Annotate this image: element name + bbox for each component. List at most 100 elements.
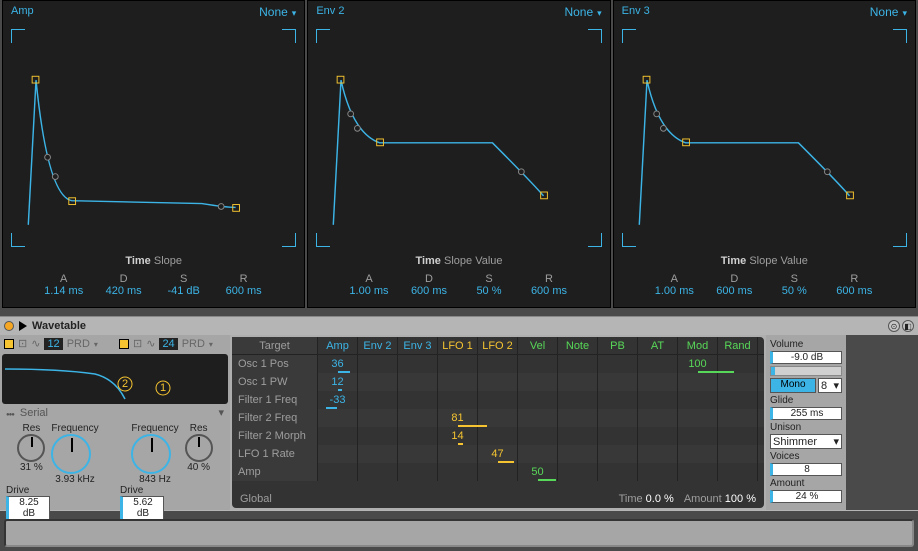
adsr-a-value[interactable]: 1.00 ms — [339, 285, 399, 297]
mode-time[interactable]: Time — [721, 255, 746, 267]
matrix-cell[interactable] — [598, 427, 638, 445]
envelope-dest-dropdown[interactable]: None — [259, 5, 296, 19]
matrix-cell[interactable] — [598, 391, 638, 409]
matrix-source-header[interactable]: LFO 1 — [438, 337, 478, 354]
voices-value[interactable]: 8 — [770, 463, 842, 476]
adsr-a-value[interactable]: 1.00 ms — [644, 285, 704, 297]
envelope-canvas[interactable] — [620, 23, 909, 253]
matrix-cell[interactable] — [518, 409, 558, 427]
matrix-cell[interactable] — [398, 373, 438, 391]
osc-on-icon[interactable] — [4, 339, 14, 349]
matrix-cell[interactable] — [678, 409, 718, 427]
matrix-cell[interactable] — [358, 463, 398, 481]
matrix-cell[interactable] — [358, 445, 398, 463]
glide-value[interactable]: 255 ms — [770, 407, 842, 420]
matrix-cell[interactable] — [598, 445, 638, 463]
envelope-dest-dropdown[interactable]: None — [564, 5, 601, 19]
matrix-cell[interactable] — [638, 391, 678, 409]
matrix-cell[interactable] — [718, 445, 758, 463]
matrix-source-header[interactable]: Rand — [718, 337, 758, 354]
matrix-cell[interactable] — [478, 463, 518, 481]
mode-value[interactable]: Value — [475, 255, 502, 267]
matrix-cell[interactable] — [318, 463, 358, 481]
matrix-cell[interactable] — [558, 427, 598, 445]
matrix-cell[interactable] — [638, 355, 678, 373]
osc1-mode[interactable]: PRD — [67, 338, 90, 350]
osc-on-icon[interactable] — [119, 339, 129, 349]
matrix-source-header[interactable]: Amp — [318, 337, 358, 354]
matrix-cell[interactable] — [398, 355, 438, 373]
adsr-s-value[interactable]: 50 % — [764, 285, 824, 297]
adsr-s-value[interactable]: 50 % — [459, 285, 519, 297]
matrix-cell[interactable]: 81 — [438, 409, 478, 427]
matrix-source-header[interactable]: LFO 2 — [478, 337, 518, 354]
res-value[interactable]: 31 % — [17, 462, 45, 473]
matrix-cell[interactable] — [478, 355, 518, 373]
matrix-cell[interactable] — [598, 463, 638, 481]
matrix-source-header[interactable]: Env 2 — [358, 337, 398, 354]
res-knob[interactable] — [185, 434, 213, 462]
poly-select[interactable]: 8▾ — [818, 378, 842, 393]
mode-slope[interactable]: Slope — [444, 255, 472, 267]
unison-amount-value[interactable]: 24 % — [770, 490, 842, 503]
envelope-dest-dropdown[interactable]: None — [870, 5, 907, 19]
matrix-cell[interactable]: 50 — [518, 463, 558, 481]
matrix-cell[interactable] — [478, 409, 518, 427]
matrix-cell[interactable] — [638, 445, 678, 463]
matrix-cell[interactable] — [718, 373, 758, 391]
matrix-cell[interactable] — [478, 427, 518, 445]
mode-slope[interactable]: Slope — [749, 255, 777, 267]
matrix-cell[interactable] — [358, 427, 398, 445]
matrix-cell[interactable] — [438, 373, 478, 391]
adsr-r-value[interactable]: 600 ms — [214, 285, 274, 297]
osc2-table[interactable]: 24 — [159, 338, 177, 350]
matrix-cell[interactable]: 36 — [318, 355, 358, 373]
matrix-cell[interactable] — [478, 373, 518, 391]
matrix-cell[interactable] — [358, 373, 398, 391]
adsr-curve[interactable] — [9, 23, 298, 253]
matrix-cell[interactable] — [398, 463, 438, 481]
matrix-cell[interactable] — [518, 391, 558, 409]
freq-knob[interactable] — [51, 434, 91, 474]
matrix-cell[interactable] — [558, 391, 598, 409]
matrix-cell[interactable] — [598, 355, 638, 373]
matrix-cell[interactable] — [518, 445, 558, 463]
matrix-cell[interactable] — [398, 445, 438, 463]
mode-value[interactable]: Value — [781, 255, 808, 267]
matrix-cell[interactable] — [558, 373, 598, 391]
matrix-cell[interactable] — [518, 373, 558, 391]
matrix-cell[interactable] — [478, 391, 518, 409]
matrix-cell[interactable]: 14 — [438, 427, 478, 445]
matrix-cell[interactable]: -33 — [318, 391, 358, 409]
hotswap-icon[interactable]: ⊙ — [888, 320, 900, 332]
matrix-time-value[interactable]: 0.0 % — [646, 493, 674, 505]
matrix-amount-value[interactable]: 100 % — [725, 493, 756, 505]
matrix-cell[interactable] — [398, 409, 438, 427]
matrix-cell[interactable] — [678, 391, 718, 409]
matrix-cell[interactable] — [638, 427, 678, 445]
matrix-cell[interactable] — [678, 373, 718, 391]
matrix-cell[interactable] — [558, 355, 598, 373]
matrix-cell[interactable] — [318, 445, 358, 463]
osc2-mode[interactable]: PRD — [182, 338, 205, 350]
matrix-cell[interactable] — [438, 463, 478, 481]
mode-time[interactable]: Time — [415, 255, 440, 267]
adsr-r-value[interactable]: 600 ms — [519, 285, 579, 297]
unison-select[interactable]: Shimmer▾ — [770, 434, 842, 449]
matrix-cell[interactable] — [518, 355, 558, 373]
matrix-cell[interactable] — [718, 355, 758, 373]
matrix-cell[interactable] — [598, 409, 638, 427]
matrix-cell[interactable]: 47 — [478, 445, 518, 463]
matrix-cell[interactable] — [718, 427, 758, 445]
matrix-cell[interactable]: 12 — [318, 373, 358, 391]
matrix-cell[interactable] — [558, 409, 598, 427]
envelope-canvas[interactable] — [314, 23, 603, 253]
mono-toggle[interactable]: Mono — [770, 378, 816, 393]
matrix-source-header[interactable]: Note — [558, 337, 598, 354]
matrix-source-header[interactable]: Mod — [678, 337, 718, 354]
matrix-cell[interactable] — [518, 427, 558, 445]
matrix-cell[interactable] — [638, 409, 678, 427]
osc-filter-graph[interactable]: 2 1 — [2, 354, 228, 404]
matrix-cell[interactable] — [438, 355, 478, 373]
device-activator-icon[interactable] — [4, 321, 14, 331]
